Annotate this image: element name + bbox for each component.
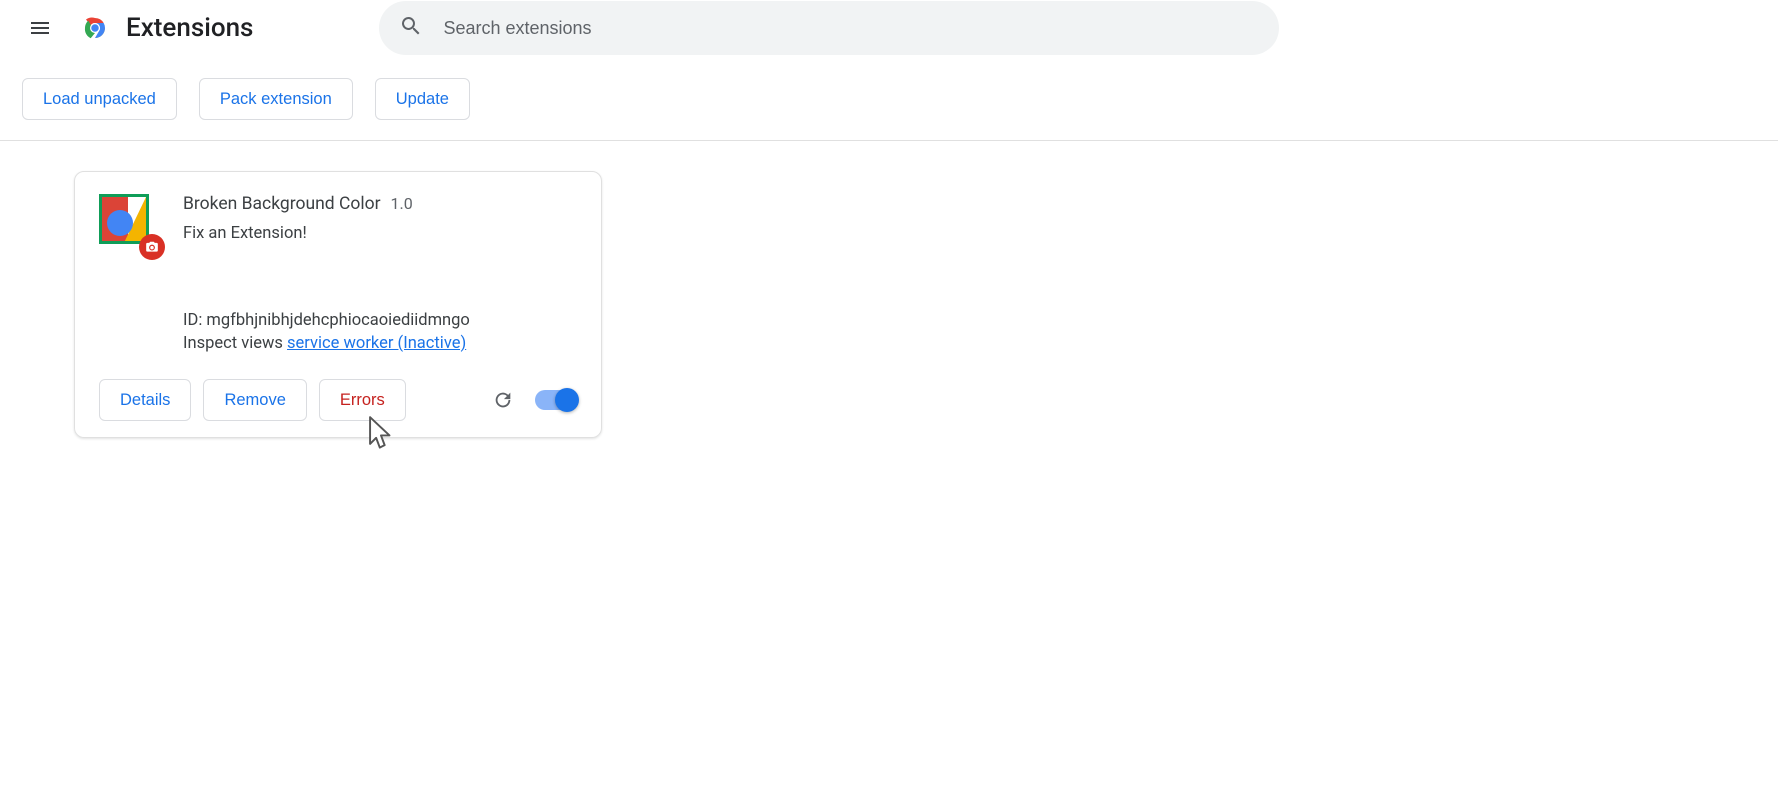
update-button[interactable]: Update xyxy=(375,78,470,120)
content: Broken Background Color 1.0 Fix an Exten… xyxy=(0,141,1778,468)
extension-id: ID: mgfbhjnibhjdehcphiocaoiediidmngo xyxy=(183,311,577,330)
dev-toolbar: Load unpacked Pack extension Update xyxy=(0,56,1778,141)
header: Extensions xyxy=(0,0,1778,56)
menu-icon[interactable] xyxy=(16,4,64,52)
page-title: Extensions xyxy=(126,13,253,43)
inspect-service-worker-link[interactable]: service worker (Inactive) xyxy=(287,334,466,353)
remove-button[interactable]: Remove xyxy=(203,379,306,421)
pack-extension-button[interactable]: Pack extension xyxy=(199,78,353,120)
extension-card: Broken Background Color 1.0 Fix an Exten… xyxy=(74,171,602,438)
details-button[interactable]: Details xyxy=(99,379,191,421)
enabled-toggle[interactable] xyxy=(535,390,577,410)
search-icon xyxy=(399,14,423,42)
extension-version: 1.0 xyxy=(391,194,413,213)
extension-name: Broken Background Color xyxy=(183,194,381,214)
extension-description: Fix an Extension! xyxy=(183,224,577,243)
chrome-logo-icon xyxy=(80,13,110,43)
dev-badge-icon xyxy=(139,234,165,260)
search-input[interactable] xyxy=(441,17,1259,40)
load-unpacked-button[interactable]: Load unpacked xyxy=(22,78,177,120)
reload-icon[interactable] xyxy=(483,380,523,420)
inspect-views: Inspect views service worker (Inactive) xyxy=(183,334,577,353)
extension-icon xyxy=(99,194,157,252)
search-field[interactable] xyxy=(379,1,1279,55)
errors-button[interactable]: Errors xyxy=(319,379,406,421)
